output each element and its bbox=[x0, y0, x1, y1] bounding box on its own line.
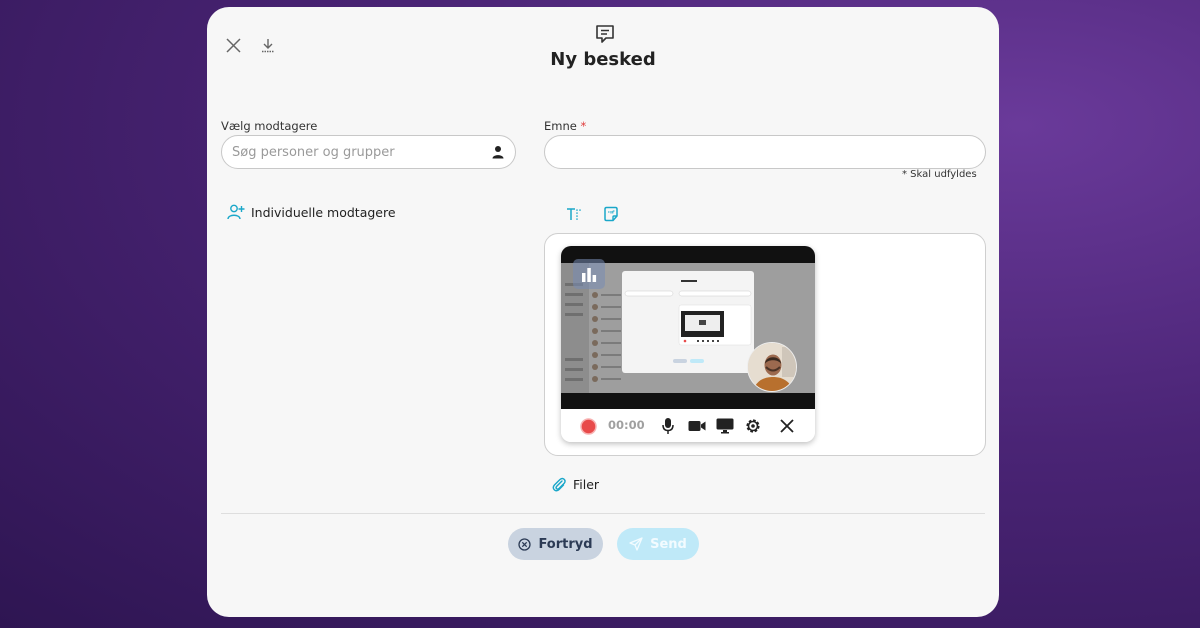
person-icon bbox=[491, 145, 505, 159]
required-note: * Skal udfyldes bbox=[902, 169, 977, 180]
close-recorder-icon[interactable] bbox=[778, 417, 796, 435]
required-mark: * bbox=[580, 119, 587, 133]
camera-icon[interactable] bbox=[687, 417, 707, 435]
cancel-circle-icon bbox=[518, 537, 532, 551]
settings-gear-icon[interactable] bbox=[743, 416, 763, 436]
subject-label: Emne * bbox=[544, 119, 586, 133]
message-icon bbox=[594, 23, 616, 45]
page-title: Ny besked bbox=[550, 49, 656, 70]
attach-files-link[interactable]: Filer bbox=[551, 476, 599, 493]
webcam-bubble[interactable] bbox=[747, 342, 797, 392]
send-label: Send bbox=[650, 536, 687, 552]
send-button[interactable]: Send bbox=[617, 528, 699, 560]
attach-files-label: Filer bbox=[573, 477, 600, 492]
text-format-icon[interactable] bbox=[564, 205, 584, 223]
recorder-controls: 00:00 bbox=[561, 409, 815, 442]
individual-recipients-link[interactable]: Individuelle modtagere bbox=[227, 204, 396, 220]
microphone-icon[interactable] bbox=[659, 416, 677, 436]
subject-field[interactable] bbox=[544, 135, 986, 169]
recipients-label: Vælg modtagere bbox=[221, 119, 318, 133]
video-bottom-bar bbox=[561, 393, 815, 409]
gif-sticker-icon[interactable] bbox=[601, 204, 621, 224]
subject-input[interactable] bbox=[555, 144, 975, 160]
footer-divider bbox=[221, 513, 985, 514]
record-button[interactable] bbox=[579, 417, 597, 435]
screen-share-icon[interactable] bbox=[715, 416, 735, 436]
cancel-button[interactable]: Fortryd bbox=[508, 528, 603, 560]
new-message-dialog: Ny besked Vælg modtagere Emne * * Skal u… bbox=[207, 7, 999, 617]
individual-recipients-label: Individuelle modtagere bbox=[251, 204, 396, 220]
subject-label-text: Emne bbox=[544, 119, 577, 133]
record-timer: 00:00 bbox=[608, 418, 645, 432]
cancel-label: Fortryd bbox=[538, 536, 593, 552]
add-person-icon bbox=[227, 204, 245, 220]
send-plane-icon bbox=[629, 537, 643, 551]
recipient-search-field[interactable] bbox=[221, 135, 516, 169]
stats-icon[interactable] bbox=[573, 259, 605, 289]
recipient-search-input[interactable] bbox=[232, 144, 491, 160]
paperclip-icon bbox=[551, 476, 567, 493]
video-recorder: 00:00 bbox=[561, 246, 815, 442]
message-editor[interactable]: 00:00 bbox=[544, 233, 986, 456]
